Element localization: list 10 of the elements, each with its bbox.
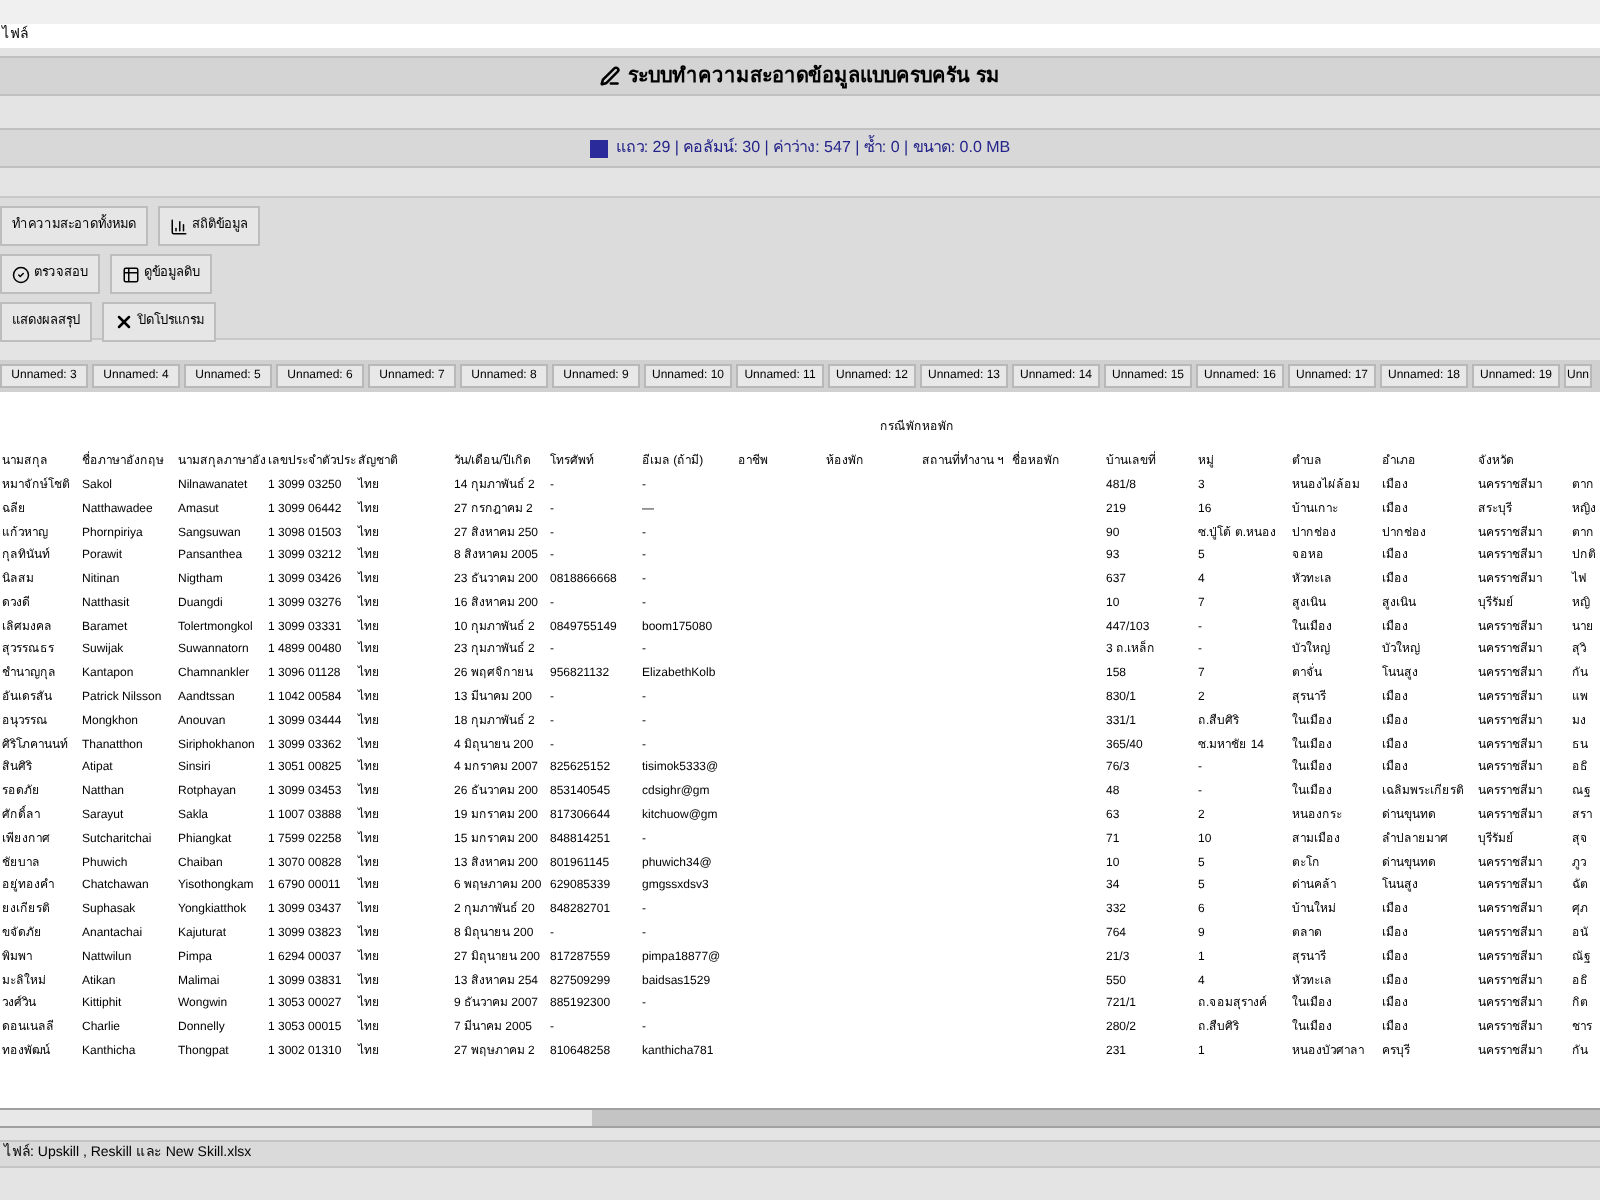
check-circle-icon bbox=[12, 265, 30, 283]
stats-text: แถว: 29 | คอลัมน์: 30 | ค่าว่าง: 547 | ซ้ำ: 0 | ขนาด: 0.0 MB bbox=[615, 136, 1011, 160]
close-icon bbox=[114, 312, 134, 332]
stats-icon bbox=[589, 139, 608, 157]
table-icon bbox=[122, 265, 140, 283]
scrollbar-thumb[interactable] bbox=[592, 1110, 1600, 1126]
pen-icon bbox=[599, 66, 620, 86]
horizontal-scrollbar[interactable] bbox=[0, 1108, 1600, 1128]
chart-icon bbox=[170, 217, 188, 235]
app-title: ระบบทำความสะอาดข้อมูลแบบครบครัน รม bbox=[627, 62, 1001, 91]
